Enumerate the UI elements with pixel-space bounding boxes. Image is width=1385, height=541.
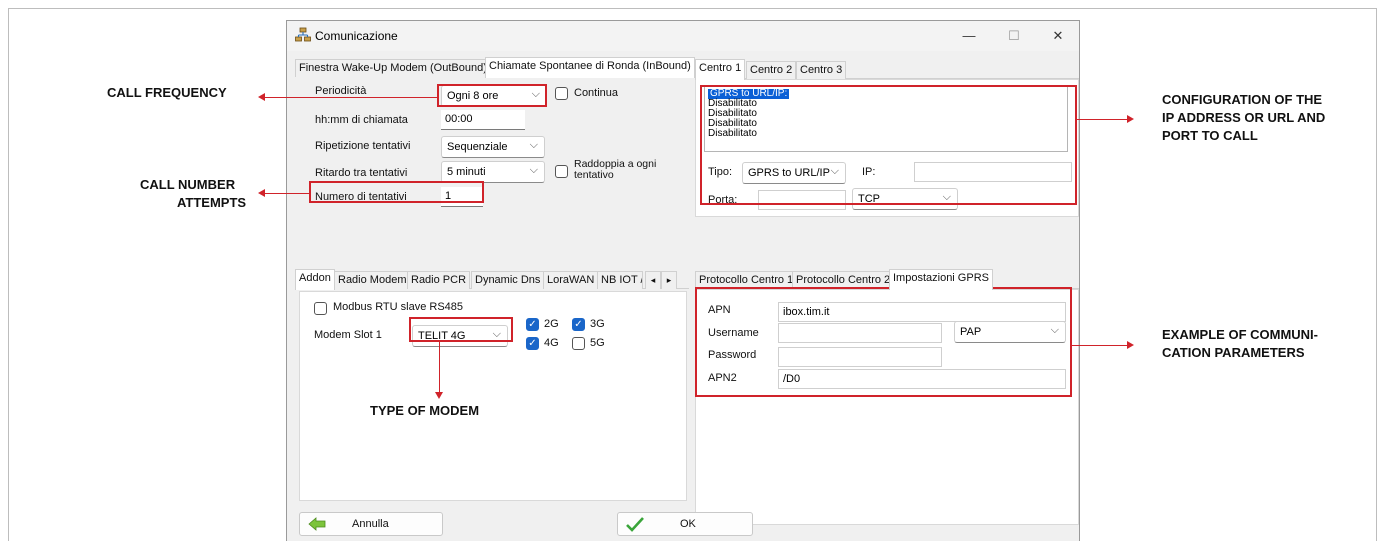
raddoppia-checkbox[interactable] (555, 165, 568, 178)
config-note-line1: CONFIGURATION OF THE (1162, 92, 1323, 107)
ritardo-select[interactable]: 5 minuti ⌵ (441, 161, 545, 183)
tab-centro-2[interactable]: Centro 2 (746, 61, 797, 79)
annulla-button[interactable]: Annulla (299, 512, 443, 536)
connector-line (265, 193, 309, 194)
ritardo-value: 5 minuti (447, 166, 486, 178)
ripetizione-value: Sequenziale (447, 141, 508, 153)
ripetizione-label: Ripetizione tentativi (315, 140, 411, 152)
call-frequency-note: CALL FREQUENCY (107, 85, 227, 100)
window-title: Comunicazione (315, 29, 398, 43)
ripetizione-select[interactable]: Sequenziale ⌵ (441, 136, 545, 158)
net-3g-label: 3G (590, 318, 605, 330)
net-2g-checkbox[interactable]: ✓ (526, 318, 539, 331)
highlight-numero-tentativi (309, 181, 484, 203)
modbus-checkbox[interactable] (314, 302, 327, 315)
connector-line (265, 97, 437, 98)
net-3g-checkbox[interactable]: ✓ (572, 318, 585, 331)
tab-nb-iot[interactable]: NB IOT / (597, 271, 643, 289)
tab-impostazioni-gprs[interactable]: Impostazioni GPRS (889, 269, 993, 290)
highlight-gprs (695, 287, 1072, 397)
close-button[interactable]: ✕ (1043, 26, 1073, 46)
arrow-down-icon (435, 392, 443, 399)
annulla-label: Annulla (352, 518, 389, 530)
connector-line (1072, 345, 1127, 346)
arrow-left-icon (308, 517, 326, 531)
checkmark-icon (626, 517, 644, 532)
example-note-line2: CATION PARAMETERS (1162, 345, 1305, 360)
net-5g-checkbox[interactable] (572, 337, 585, 350)
call-number-note-line2: ATTEMPTS (177, 195, 247, 210)
call-number-note-line1: CALL NUMBER (140, 177, 236, 192)
arrow-right-icon (1127, 115, 1134, 123)
net-2g-label: 2G (544, 318, 559, 330)
orario-label: hh:mm di chiamata (315, 114, 408, 126)
tab-lorawan[interactable]: LoraWAN (543, 271, 599, 289)
connector-line (1077, 119, 1127, 120)
net-4g-label: 4G (544, 337, 559, 349)
chevron-down-icon: ⌵ (529, 139, 538, 151)
raddoppia-label: Raddoppia a ogni tentativo (574, 158, 657, 181)
orario-input[interactable]: 00:00 (441, 110, 525, 130)
centro-tabs: Centro 1 Centro 2 Centro 3 (695, 59, 1079, 80)
tab-dynamic-dns[interactable]: Dynamic Dns (471, 271, 545, 289)
tab-scroll-right-button[interactable]: ▸ (661, 271, 677, 289)
arrow-right-icon (1127, 341, 1134, 349)
call-tabs: Finestra Wake-Up Modem (OutBound) Chiama… (295, 57, 695, 78)
ok-button[interactable]: OK (617, 512, 753, 536)
ritardo-label: Ritardo tra tentativi (315, 167, 408, 179)
tab-radio-modem[interactable]: Radio Modem (334, 271, 411, 289)
network-app-icon (295, 27, 311, 42)
connector-line (439, 342, 440, 392)
ok-label: OK (680, 518, 696, 530)
periodicita-label: Periodicità (315, 85, 367, 97)
tab-centro-3[interactable]: Centro 3 (796, 61, 847, 79)
arrow-left-icon (258, 189, 265, 197)
protocol-tabs: Protocollo Centro 1 Protocollo Centro 2 … (695, 269, 1079, 290)
highlight-modem (409, 317, 513, 342)
highlight-periodicita (437, 84, 547, 107)
maximize-button[interactable]: ☐ (999, 26, 1029, 46)
continua-label: Continua (574, 87, 619, 99)
addon-tabs: Addon Radio Modem Radio PCR Dynamic Dns … (295, 269, 689, 290)
arrow-left-icon (258, 93, 265, 101)
config-note-line3: PORT TO CALL (1162, 128, 1258, 143)
highlight-centro (700, 85, 1077, 205)
modem-type-note: TYPE OF MODEM (348, 402, 526, 421)
tab-outbound[interactable]: Finestra Wake-Up Modem (OutBound) (295, 59, 491, 77)
title-bar[interactable]: Comunicazione — ☐ ✕ (287, 21, 1079, 51)
tab-scroll-left-button[interactable]: ◂ (645, 271, 661, 289)
modbus-label: Modbus RTU slave RS485 (333, 301, 464, 313)
net-4g-checkbox[interactable]: ✓ (526, 337, 539, 350)
chevron-down-icon: ⌵ (529, 164, 538, 176)
config-note-line2: IP ADDRESS OR URL AND (1162, 110, 1326, 125)
minimize-button[interactable]: — (954, 26, 984, 46)
tab-radio-pcr[interactable]: Radio PCR (407, 271, 471, 289)
net-5g-label: 5G (590, 337, 605, 349)
continua-checkbox[interactable] (555, 87, 568, 100)
tab-centro-1[interactable]: Centro 1 (695, 59, 746, 80)
tab-addon[interactable]: Addon (295, 269, 335, 290)
example-note-line1: EXAMPLE OF COMMUNI- (1162, 327, 1318, 342)
modem-slot-label: Modem Slot 1 (314, 329, 382, 341)
tab-inbound[interactable]: Chiamate Spontanee di Ronda (InBound) (485, 57, 695, 78)
